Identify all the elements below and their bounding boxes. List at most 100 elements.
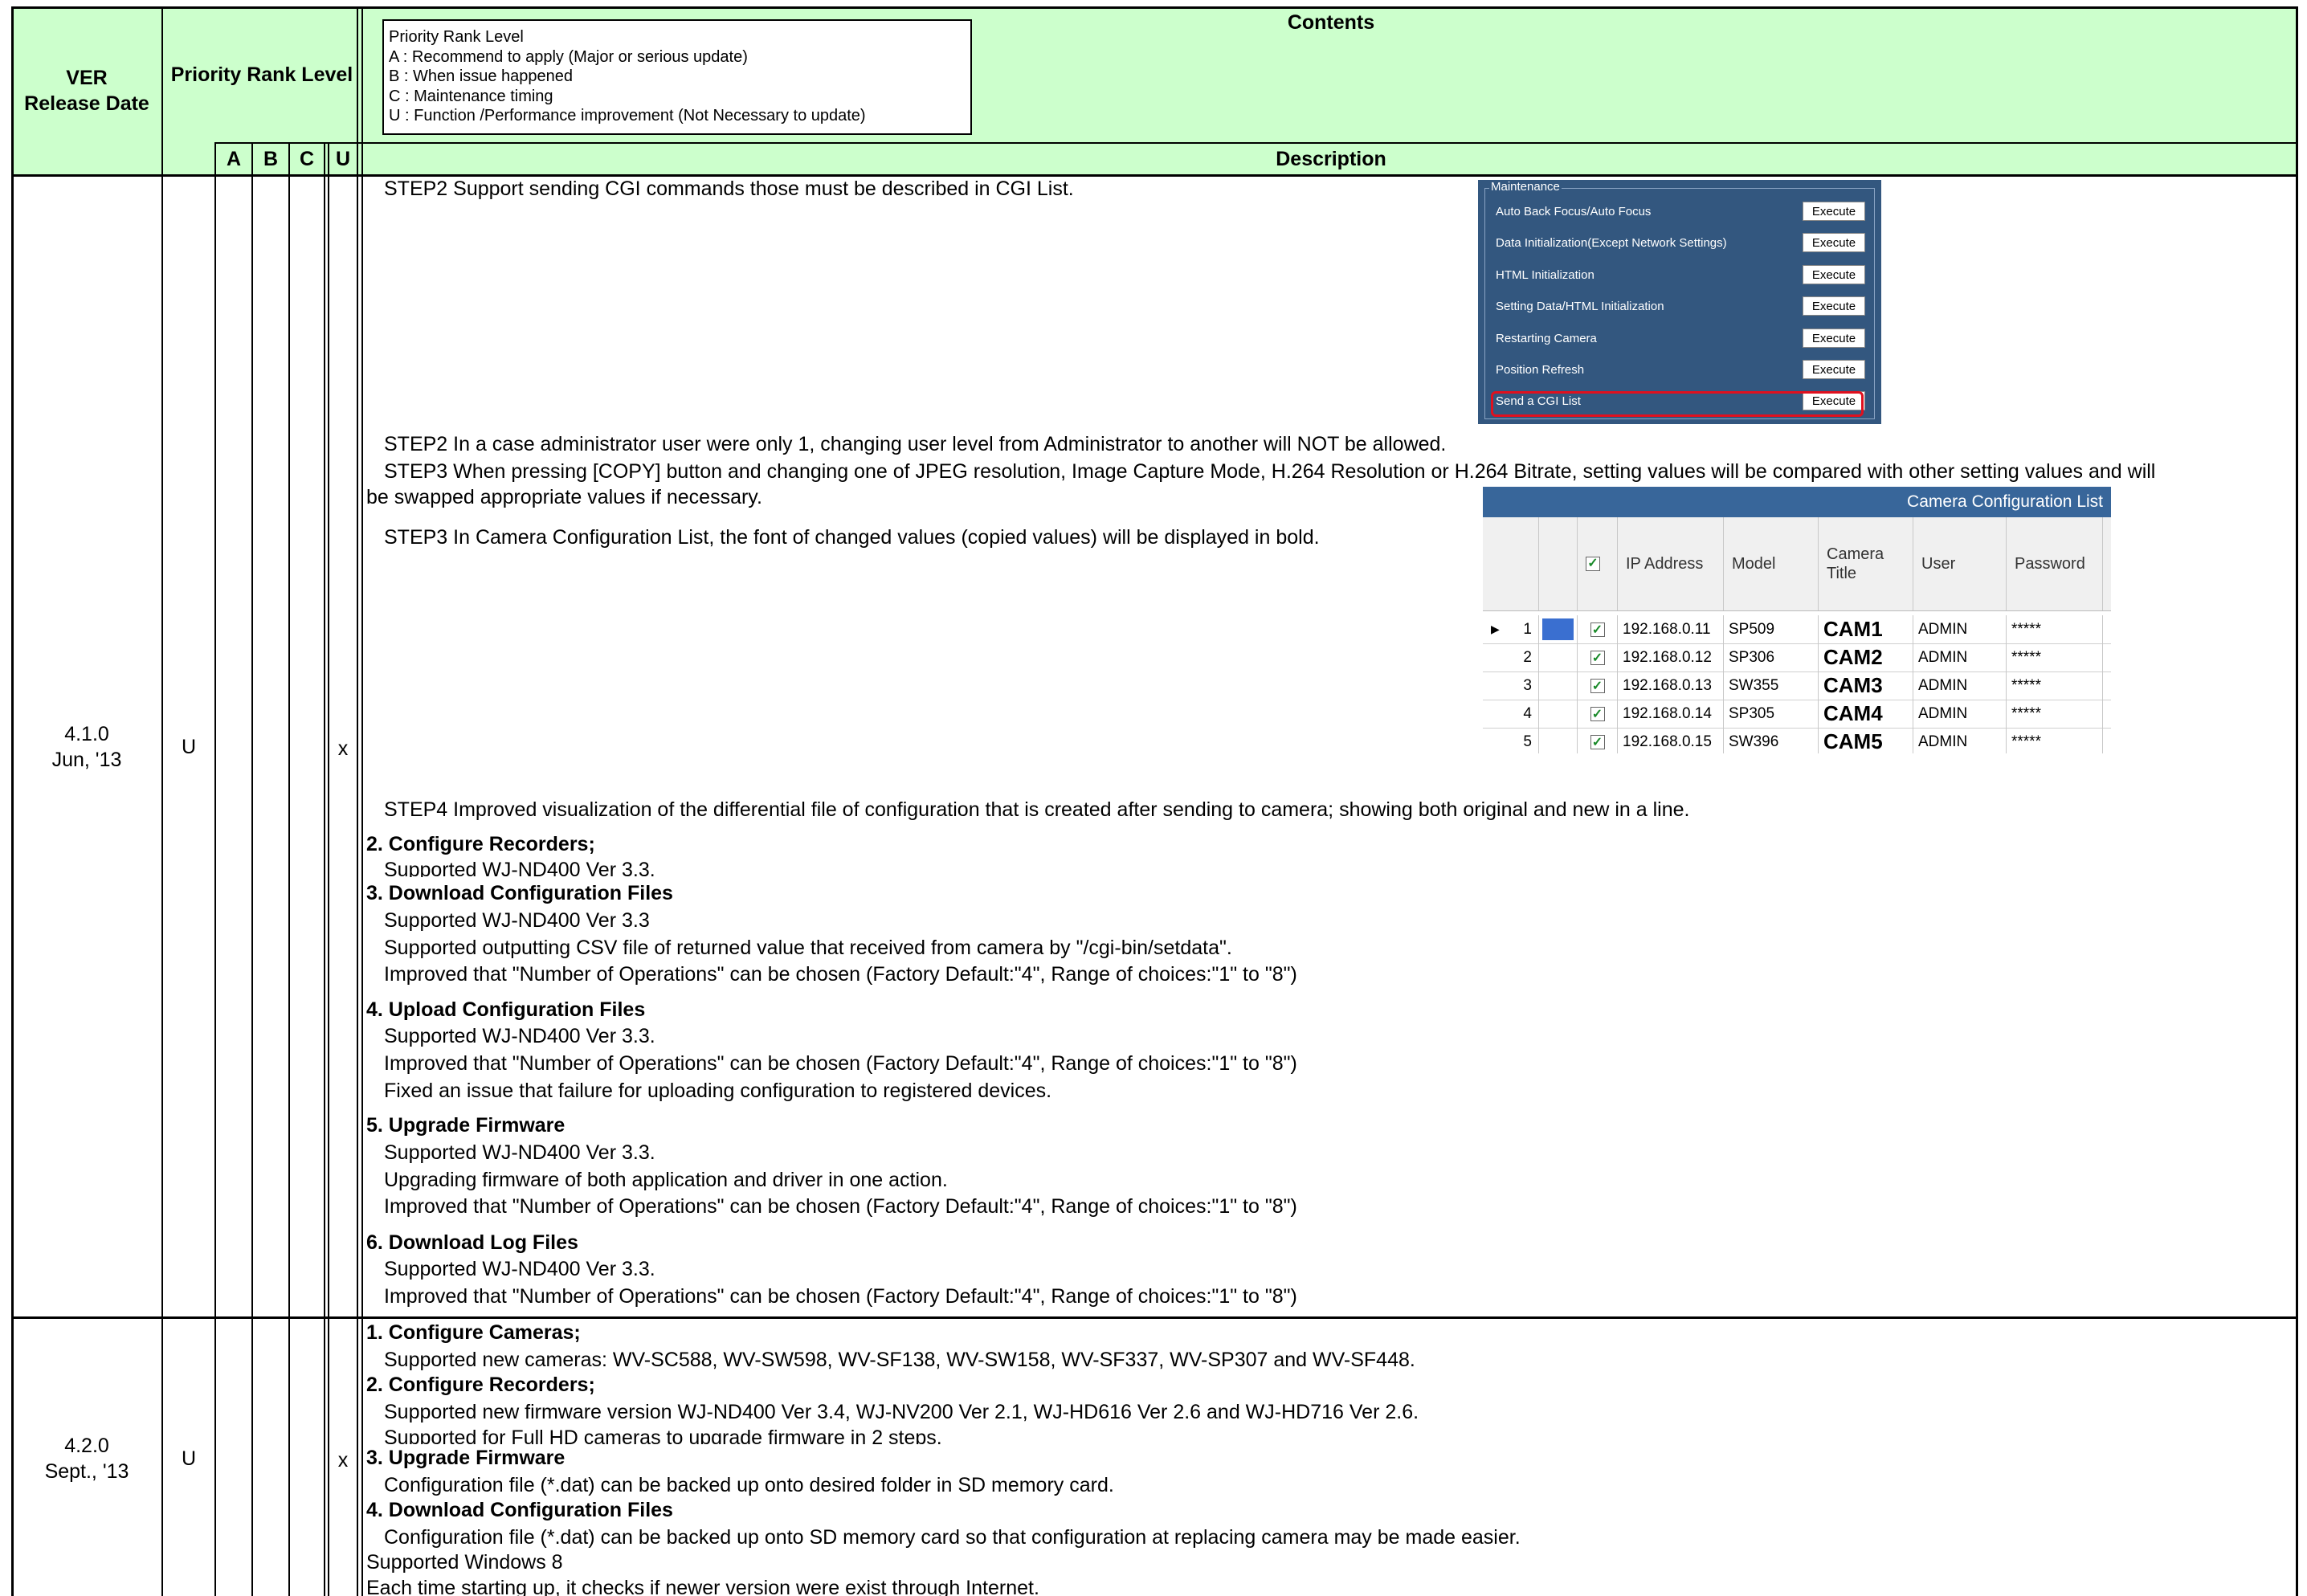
desc-line: STEP3 In Camera Configuration List, the …	[384, 526, 1320, 549]
ip-address: 192.168.0.12	[1618, 643, 1724, 671]
camera-title-header: Camera Title	[1819, 517, 1913, 610]
table-row[interactable]: 5 ✓ 192.168.0.15 SW396 CAM5 ADMIN *****	[1483, 728, 2111, 753]
password: *****	[2007, 671, 2103, 700]
legend-line: A : Recommend to apply (Major or serious…	[389, 47, 748, 66]
camera-title: CAM2	[1819, 643, 1913, 671]
ver-label: VER	[66, 67, 108, 89]
release-date: Sept., '13	[44, 1460, 129, 1483]
row2-version: 4.2.0 Sept., '13	[11, 1418, 162, 1499]
execute-button[interactable]: Execute	[1803, 360, 1865, 379]
legend-line: B : When issue happened	[389, 67, 574, 85]
desc-line: Supported outputting CSV file of returne…	[384, 937, 1232, 959]
user: ADMIN	[1913, 728, 2007, 753]
execute-button[interactable]: Execute	[1803, 265, 1865, 284]
row-header-col	[1483, 517, 1539, 610]
desc-line: Supported for Full HD cameras to upgrade…	[384, 1427, 942, 1444]
execute-button[interactable]: Execute	[1803, 296, 1865, 316]
desc-line: Fixed an issue that failure for uploadin…	[384, 1080, 1052, 1102]
maintenance-item-label: Auto Back Focus/Auto Focus	[1496, 205, 1652, 218]
maintenance-row: Auto Back Focus/Auto Focus Execute	[1496, 202, 1865, 224]
execute-button[interactable]: Execute	[1803, 202, 1865, 221]
maintenance-row: Setting Data/HTML Initialization Execute	[1496, 296, 1865, 319]
row-checkbox-cell: ✓	[1578, 671, 1618, 700]
row-color-cell	[1539, 615, 1578, 643]
release-date: Jun, '13	[51, 749, 122, 771]
grid-line	[11, 1316, 2297, 1319]
row1-version: 4.1.0 Jun, '13	[11, 707, 162, 787]
user: ADMIN	[1913, 615, 2007, 643]
row-number: ▶ 1	[1483, 615, 1539, 643]
desc-line: Supported new cameras: WV-SC588, WV-SW59…	[384, 1349, 1415, 1371]
row-checkbox[interactable]: ✓	[1590, 706, 1605, 721]
legend-line: U : Function /Performance improvement (N…	[389, 107, 866, 124]
table-row[interactable]: 4 ✓ 192.168.0.14 SP305 CAM4 ADMIN *****	[1483, 700, 2111, 729]
row-pointer-icon: ▶	[1491, 622, 1500, 635]
send-cgi-list-highlight	[1491, 391, 1864, 417]
password: *****	[2007, 728, 2103, 753]
grid-line	[215, 142, 2297, 144]
execute-button[interactable]: Execute	[1803, 233, 1865, 252]
grid-line	[328, 142, 329, 1596]
row1-priority: U	[181, 735, 197, 758]
desc-line: Configuration file (*.dat) can be backed…	[384, 1474, 1114, 1496]
row-color-cell	[1539, 700, 1578, 728]
desc-line: Supported WJ-ND400 Ver 3.3.	[384, 1141, 655, 1164]
desc-line: Supported new firmware version WJ-ND400 …	[384, 1401, 1419, 1423]
maintenance-item-label: Restarting Camera	[1496, 332, 1597, 345]
camera-title: CAM4	[1819, 700, 1913, 728]
section-heading: 4. Upload Configuration Files	[366, 998, 646, 1021]
row-number: 3	[1483, 671, 1539, 700]
grid-line	[214, 142, 216, 1596]
version-number: 4.2.0	[64, 1435, 109, 1457]
desc-line: STEP3 When pressing [COPY] button and ch…	[384, 460, 2156, 483]
desc-line: STEP2 Support sending CGI commands those…	[384, 178, 1074, 200]
select-all-checkbox[interactable]: ✓	[1586, 557, 1600, 571]
user: ADMIN	[1913, 643, 2007, 671]
model: SW355	[1724, 671, 1819, 700]
ip-address-header: IP Address	[1618, 517, 1724, 610]
maintenance-title: Maintenance	[1489, 180, 1562, 194]
grid-line	[11, 6, 14, 1596]
maintenance-row: Data Initialization(Except Network Setti…	[1496, 233, 1865, 255]
grid-line	[324, 142, 325, 1596]
password-header: Password	[2007, 517, 2103, 610]
section-heading: 4. Download Configuration Files	[366, 1499, 673, 1521]
table-row[interactable]: 2 ✓ 192.168.0.12 SP306 CAM2 ADMIN *****	[1483, 643, 2111, 672]
user-header: User	[1913, 517, 2007, 610]
table-row[interactable]: 3 ✓ 192.168.0.13 SW355 CAM3 ADMIN *****	[1483, 671, 2111, 700]
password: *****	[2007, 700, 2103, 728]
camera-title: CAM5	[1819, 728, 1913, 753]
desc-line: Supported WJ-ND400 Ver 3.3.	[384, 859, 655, 877]
model: SP509	[1724, 615, 1819, 643]
maintenance-row: Restarting Camera Execute	[1496, 329, 1865, 351]
section-heading: 2. Configure Recorders;	[366, 833, 595, 855]
desc-line: Improved that "Number of Operations" can…	[384, 963, 1297, 986]
camera-list-title: Camera Configuration List	[1483, 487, 2111, 517]
user: ADMIN	[1913, 671, 2007, 700]
grid-line	[288, 142, 290, 1596]
row-checkbox[interactable]: ✓	[1590, 734, 1605, 749]
maintenance-row: HTML Initialization Execute	[1496, 265, 1865, 288]
row-checkbox[interactable]: ✓	[1590, 650, 1605, 665]
desc-line: Improved that "Number of Operations" can…	[384, 1285, 1297, 1308]
row-number: 2	[1483, 643, 1539, 671]
desc-line: STEP4 Improved visualization of the diff…	[384, 798, 1690, 821]
ip-address: 192.168.0.14	[1618, 700, 1724, 728]
priority-legend: Priority Rank Level A : Recommend to app…	[382, 19, 972, 135]
table-row[interactable]: ▶ 1 ✓ 192.168.0.11 SP509 CAM1 ADMIN *****	[1483, 615, 2111, 644]
maintenance-row: Position Refresh Execute	[1496, 360, 1865, 382]
color-col	[1539, 517, 1578, 610]
model-header: Model	[1724, 517, 1819, 610]
camera-configuration-list: Camera Configuration List ✓ IP Address M…	[1483, 487, 2111, 753]
col-u-header: U	[335, 147, 351, 170]
legend-line: Priority Rank Level	[389, 28, 524, 46]
row-checkbox[interactable]: ✓	[1590, 622, 1605, 637]
desc-line: Supported WJ-ND400 Ver 3.3.	[384, 1025, 655, 1047]
row-checkbox[interactable]: ✓	[1590, 678, 1605, 693]
select-col: ✓	[1578, 517, 1618, 610]
version-number: 4.1.0	[64, 723, 109, 745]
row-color-cell	[1539, 728, 1578, 753]
section-heading: 3. Download Configuration Files	[366, 882, 673, 904]
description-header: Description	[1276, 147, 1386, 170]
execute-button[interactable]: Execute	[1803, 329, 1865, 348]
